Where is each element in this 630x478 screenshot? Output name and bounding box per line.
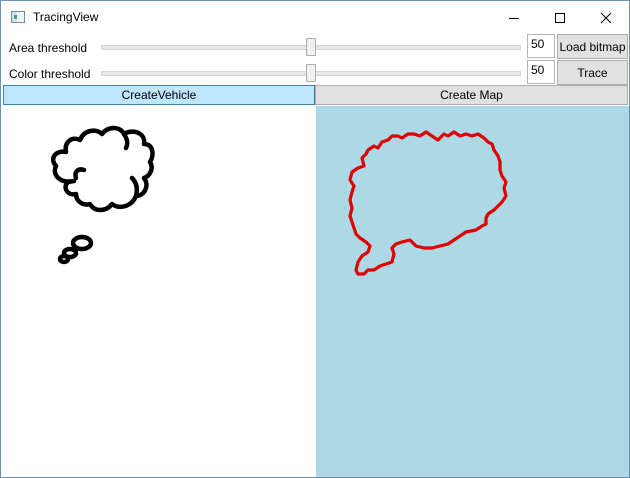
maximize-icon	[555, 12, 565, 23]
slider-thumb[interactable]	[306, 38, 316, 56]
area-threshold-row: Area threshold 50	[1, 34, 629, 60]
load-bitmap-button[interactable]: Load bitmap	[557, 34, 628, 59]
app-window-icon	[11, 11, 25, 23]
color-threshold-slider[interactable]	[101, 60, 521, 86]
minimize-button[interactable]	[491, 1, 537, 34]
minimize-icon	[509, 17, 519, 19]
area-threshold-input[interactable]: 50	[527, 34, 555, 58]
tracing-view-window: TracingView Area threshold 50 Color thre…	[0, 0, 630, 478]
traced-outline	[348, 130, 508, 276]
color-threshold-input[interactable]: 50	[527, 60, 555, 84]
close-button[interactable]	[583, 1, 629, 34]
source-image-pane[interactable]	[4, 106, 315, 477]
maximize-button[interactable]	[537, 1, 583, 34]
area-threshold-label: Area threshold	[9, 41, 88, 55]
title-bar[interactable]: TracingView	[1, 1, 629, 34]
tab-create-map[interactable]: Create Map	[315, 85, 628, 105]
tab-bar: CreateVehicle Create Map	[3, 85, 628, 105]
area-threshold-slider[interactable]	[101, 34, 521, 60]
color-threshold-row: Color threshold 50	[1, 60, 629, 86]
slider-thumb[interactable]	[306, 64, 316, 82]
source-thought-bubble	[50, 125, 155, 265]
color-threshold-label: Color threshold	[9, 67, 91, 81]
traced-map-pane[interactable]	[316, 106, 629, 477]
window-title: TracingView	[33, 10, 99, 24]
tab-create-vehicle[interactable]: CreateVehicle	[3, 85, 315, 105]
close-icon	[600, 12, 612, 23]
trace-button[interactable]: Trace	[557, 60, 628, 85]
